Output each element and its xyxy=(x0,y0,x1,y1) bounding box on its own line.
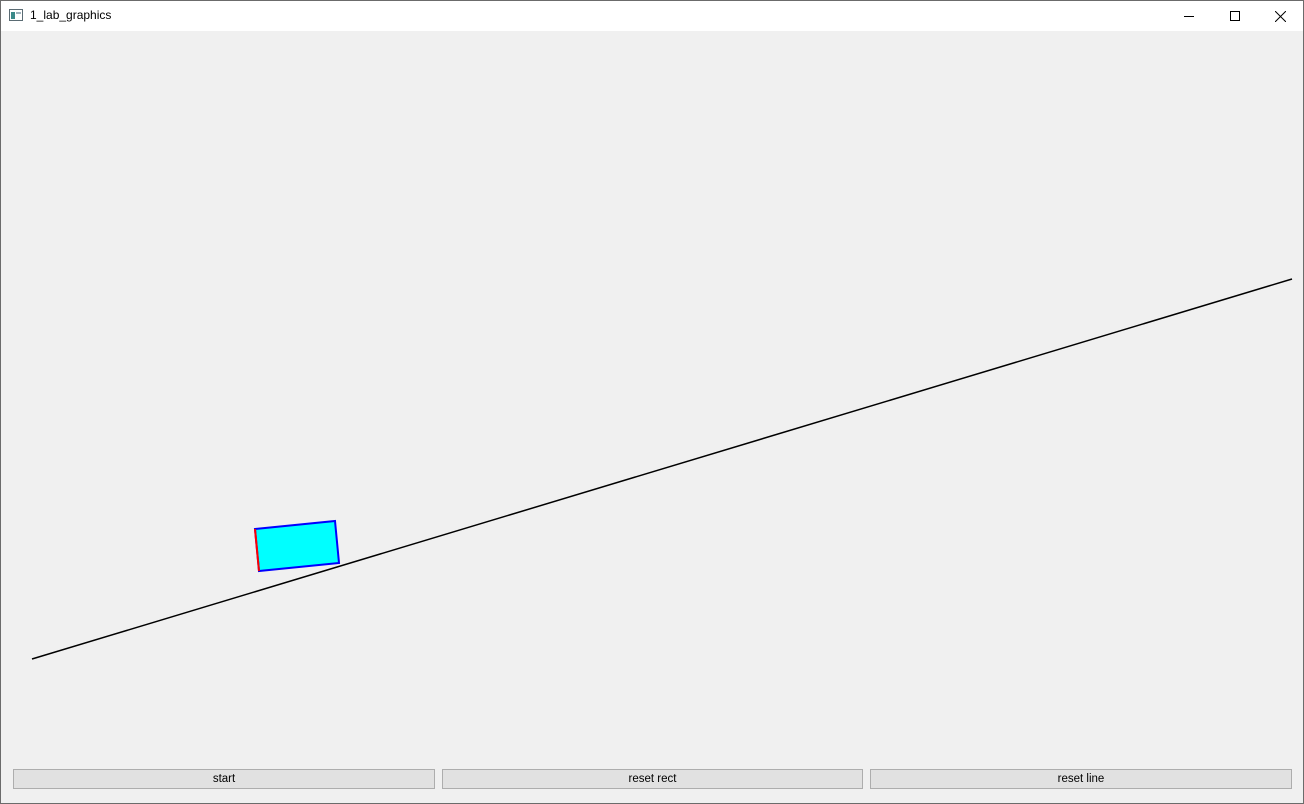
app-icon xyxy=(9,9,23,21)
window-title: 1_lab_graphics xyxy=(30,8,112,22)
app-window: 1_lab_graphics start reset rect reset li xyxy=(0,0,1304,804)
reset-line-button[interactable]: reset line xyxy=(870,769,1292,789)
close-icon xyxy=(1274,10,1286,22)
scene-svg xyxy=(31,278,1293,660)
title-bar[interactable]: 1_lab_graphics xyxy=(1,1,1303,31)
drawing-canvas[interactable]: start reset rect reset line xyxy=(1,31,1303,803)
close-button[interactable] xyxy=(1257,1,1303,31)
minimize-icon xyxy=(1184,16,1194,17)
maximize-icon xyxy=(1230,11,1240,21)
minimize-button[interactable] xyxy=(1166,1,1212,31)
reset-rect-button[interactable]: reset rect xyxy=(442,769,863,789)
start-button[interactable]: start xyxy=(13,769,435,789)
slope-line xyxy=(31,278,1293,660)
sliding-rectangle xyxy=(253,519,341,573)
maximize-button[interactable] xyxy=(1212,1,1258,31)
